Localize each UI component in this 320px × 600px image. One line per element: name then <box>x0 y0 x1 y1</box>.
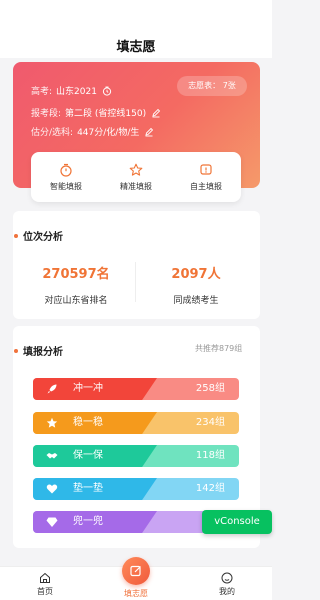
safe-bar[interactable]: 保一保 118组 <box>33 445 239 467</box>
tab-fill-button[interactable] <box>122 557 150 585</box>
heart-icon <box>46 484 58 494</box>
edit-icon[interactable] <box>144 127 154 137</box>
cushion-bar[interactable]: 垫一垫 142组 <box>33 478 239 500</box>
precise-fill-label: 精准填报 <box>120 181 152 191</box>
edit-icon[interactable] <box>151 108 161 118</box>
cushion-label: 垫一垫 <box>73 483 103 494</box>
self-fill-button[interactable]: 自主填报 <box>171 152 241 202</box>
divider <box>135 262 136 302</box>
diamond-icon <box>46 517 58 527</box>
rocket-icon <box>47 384 57 394</box>
steady-bar[interactable]: 稳一稳 234组 <box>33 412 239 434</box>
score-value: 447分/化/物/生 <box>77 128 140 138</box>
fill-analysis-title: 填报分析 <box>14 343 63 358</box>
top-nav-bar: 填志愿 <box>0 0 272 58</box>
rank-analysis-title-text: 位次分析 <box>23 232 63 243</box>
tab-home[interactable]: 首页 <box>15 567 75 600</box>
edit-form-icon <box>130 565 141 577</box>
handshake-icon <box>46 453 58 459</box>
fill-analysis-title-text: 填报分析 <box>23 347 63 358</box>
province-rank-label: 对应山东省排名 <box>44 296 108 306</box>
vconsole-button[interactable]: vConsole <box>202 510 272 534</box>
fallback-label: 兜一兜 <box>73 516 103 527</box>
stage-value: 第二段 (省控线150) <box>65 109 147 119</box>
exam-label: 高考: <box>31 87 53 97</box>
rush-count: 258组 <box>195 383 225 394</box>
self-fill-label: 自主填报 <box>190 181 222 191</box>
score-label: 估分/选科: <box>31 128 74 138</box>
rank-analysis-title: 位次分析 <box>14 228 63 243</box>
province-rank-value: 270597名 <box>42 267 110 282</box>
same-score-label: 同成绩考生 <box>173 296 219 306</box>
star-icon <box>46 417 58 428</box>
page-title: 填志愿 <box>116 40 156 55</box>
precise-fill-button[interactable]: 精准填报 <box>101 152 171 202</box>
recommended-count: 共推荐879组 <box>195 344 243 353</box>
smart-fill-button[interactable]: 智能填报 <box>31 152 101 202</box>
volunteer-table-badge[interactable]: 志愿表： 7张 <box>177 76 247 96</box>
star-icon <box>129 163 143 176</box>
rush-bar[interactable]: 冲一冲 258组 <box>33 378 239 400</box>
user-icon <box>221 572 233 584</box>
steady-count: 234组 <box>195 417 225 428</box>
smart-fill-icon <box>60 163 72 177</box>
safe-label: 保一保 <box>73 450 103 461</box>
home-icon <box>40 572 50 583</box>
safe-count: 118组 <box>195 450 225 461</box>
stage-row[interactable]: 报考段: 第二段 (省控线150) <box>31 106 161 119</box>
title-dot <box>14 233 18 238</box>
clock-icon <box>102 86 112 96</box>
tab-home-label: 首页 <box>37 587 53 596</box>
steady-label: 稳一稳 <box>73 417 103 428</box>
smart-fill-label: 智能填报 <box>50 181 82 191</box>
title-dot <box>14 348 18 353</box>
score-row[interactable]: 估分/选科: 447分/化/物/生 <box>31 125 154 138</box>
tab-fill-label[interactable]: 填志愿 <box>106 588 166 599</box>
cushion-count: 142组 <box>195 483 225 494</box>
stage-label: 报考段: <box>31 109 62 119</box>
tab-mine[interactable]: 我的 <box>197 567 257 600</box>
tab-mine-label: 我的 <box>219 587 235 596</box>
exam-value: 山东2021 <box>56 87 97 97</box>
exam-row[interactable]: 高考: 山东2021 <box>31 84 112 97</box>
self-fill-icon <box>200 163 212 175</box>
same-score-value: 2097人 <box>171 267 221 282</box>
fill-mode-bar: 智能填报 精准填报 自主填报 <box>31 152 241 202</box>
rush-label: 冲一冲 <box>73 383 103 394</box>
